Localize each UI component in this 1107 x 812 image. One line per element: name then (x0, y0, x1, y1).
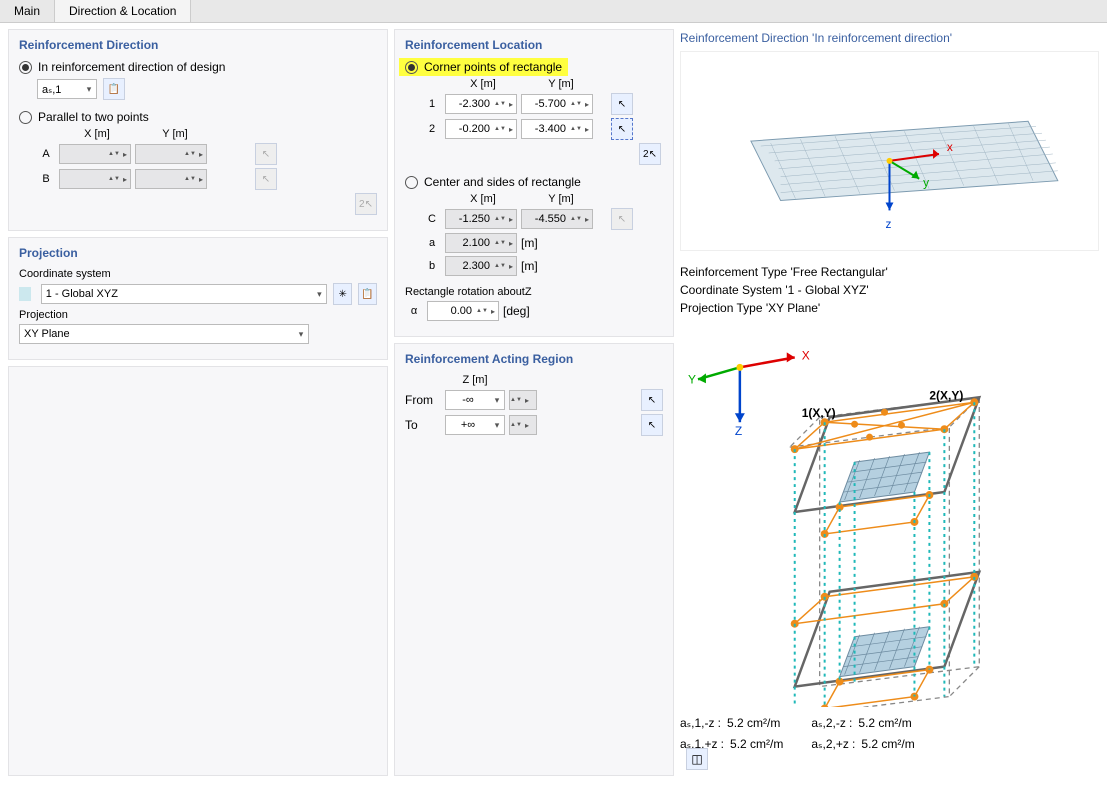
svg-text:x: x (947, 140, 953, 154)
panel-title: Reinforcement Direction (19, 38, 377, 52)
unit-deg: [deg] (503, 304, 530, 318)
radio-center-and-sides[interactable] (405, 176, 418, 189)
pick-from-button[interactable]: ↖ (641, 389, 663, 411)
input-by: ▲▼▸ (135, 169, 207, 189)
pick-1-button[interactable]: ↖ (611, 93, 633, 115)
row-label-c: C (423, 213, 441, 225)
edit-coord-system-button[interactable]: 📋 (358, 283, 377, 305)
radio-label: In reinforcement direction of design (38, 60, 225, 74)
input-cy: -4.550▲▼▸ (521, 209, 593, 229)
pick-c-button: ↖ (611, 208, 633, 230)
radio-corner-points[interactable] (405, 61, 418, 74)
row-label-a: A (37, 148, 55, 160)
col-header-x: X [m] (447, 193, 519, 205)
radio-parallel-two-points[interactable] (19, 111, 32, 124)
edit-direction-button[interactable]: 📋 (103, 78, 125, 100)
pick-both-12-button[interactable]: 2↖ (639, 143, 661, 165)
new-coord-system-button[interactable]: ✳ (333, 283, 352, 305)
col-header-z: Z [m] (445, 374, 505, 386)
pick-b-button: ↖ (255, 168, 277, 190)
svg-text:1(X,Y): 1(X,Y) (802, 406, 836, 420)
pick-2-button[interactable]: ↖ (611, 118, 633, 140)
panel-title: Reinforcement Acting Region (405, 352, 663, 366)
radio-label: Center and sides of rectangle (424, 175, 581, 189)
rotation-label: Rectangle rotation aboutZ (405, 286, 663, 298)
panel-reinforcement-direction: Reinforcement Direction In reinforcement… (8, 29, 388, 231)
to-spinner: ▲▼▸ (509, 415, 537, 435)
radio-label: Parallel to two points (38, 110, 149, 124)
radio-label: Corner points of rectangle (424, 60, 562, 74)
to-select[interactable]: +∞▾ (445, 415, 505, 435)
input-a: 2.100▲▼▸ (445, 233, 517, 253)
preview-type-view: X Y Z (680, 317, 1099, 707)
svg-text:y: y (923, 176, 929, 190)
input-cx: -1.250▲▼▸ (445, 209, 517, 229)
panel-reinforcement-location: Reinforcement Location Corner points of … (394, 29, 674, 337)
tab-bar: Main Direction & Location (0, 0, 1107, 23)
projection-select[interactable]: XY Plane▾ (19, 324, 309, 344)
radio-in-reinforcement-direction[interactable] (19, 61, 32, 74)
svg-text:Z: Z (735, 424, 742, 438)
row-label-b: B (37, 173, 55, 185)
pick-to-button[interactable]: ↖ (641, 414, 663, 436)
pick-a-button: ↖ (255, 143, 277, 165)
svg-text:X: X (802, 348, 810, 362)
input-alpha[interactable]: 0.00▲▼▸ (427, 301, 499, 321)
coord-system-label: Coordinate system (19, 268, 377, 280)
row-label-b: b (423, 260, 441, 272)
tab-main[interactable]: Main (0, 0, 55, 22)
preview-direction-view: x y z (680, 51, 1099, 251)
panel-acting-region: Reinforcement Acting Region Z [m] From -… (394, 343, 674, 776)
input-2x[interactable]: -0.200▲▼▸ (445, 119, 517, 139)
row-label-a: a (423, 237, 441, 249)
col-header-y: Y [m] (525, 78, 597, 90)
col-header-y: Y [m] (139, 128, 211, 140)
input-ay: ▲▼▸ (135, 144, 207, 164)
svg-text:z: z (886, 217, 892, 231)
col-header-y: Y [m] (525, 193, 597, 205)
panel-title: Reinforcement Location (405, 38, 663, 52)
toggle-view-button[interactable]: ◫ (686, 748, 708, 770)
coord-system-select[interactable]: 1 - Global XYZ▾ (41, 284, 328, 304)
to-label: To (405, 418, 441, 432)
tab-direction-location[interactable]: Direction & Location (55, 0, 191, 22)
preview-info: Reinforcement Type 'Free Rectangular' Co… (680, 263, 1099, 317)
input-ax: ▲▼▸ (59, 144, 131, 164)
input-1y[interactable]: -5.700▲▼▸ (521, 94, 593, 114)
panel-empty (8, 366, 388, 776)
from-select[interactable]: -∞▾ (445, 390, 505, 410)
unit-m: [m] (521, 236, 538, 250)
projection-label: Projection (19, 309, 377, 321)
preview-direction-title: Reinforcement Direction 'In reinforcemen… (680, 31, 1099, 45)
row-label-2: 2 (423, 123, 441, 135)
from-spinner: ▲▼▸ (509, 390, 537, 410)
row-label-1: 1 (423, 98, 441, 110)
as-readout: aₛ,1,-z : 5.2 cm²/m aₛ,1,+z : 5.2 cm²/m … (680, 713, 1099, 754)
unit-m: [m] (521, 259, 538, 273)
svg-text:2(X,Y): 2(X,Y) (929, 388, 963, 402)
col-header-x: X [m] (447, 78, 519, 90)
input-b: 2.300▲▼▸ (445, 256, 517, 276)
panel-projection: Projection Coordinate system 1 - Global … (8, 237, 388, 360)
panel-title: Projection (19, 246, 377, 260)
as-select[interactable]: aₛ,1▾ (37, 79, 97, 99)
input-1x[interactable]: -2.300▲▼▸ (445, 94, 517, 114)
alpha-label: α (405, 305, 423, 317)
col-header-x: X [m] (61, 128, 133, 140)
from-label: From (405, 393, 441, 407)
svg-text:Y: Y (688, 372, 696, 386)
pick-both-button: 2↖ (355, 193, 377, 215)
coord-swatch-icon (19, 287, 31, 301)
input-2y[interactable]: -3.400▲▼▸ (521, 119, 593, 139)
input-bx: ▲▼▸ (59, 169, 131, 189)
